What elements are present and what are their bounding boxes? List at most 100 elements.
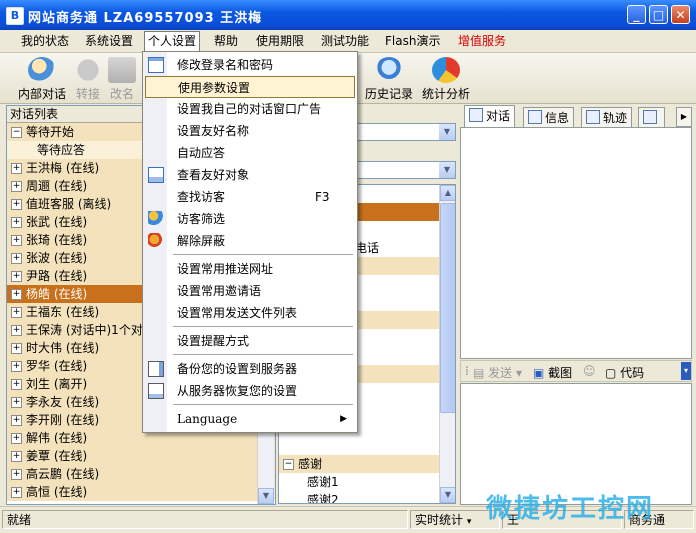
tab-scroll-button[interactable]: ▶ (676, 107, 692, 127)
expand-icon[interactable]: + (11, 199, 22, 210)
menu-option[interactable]: 设置常用邀请语 (145, 280, 355, 302)
menu-item-4[interactable]: 使用期限 (253, 32, 307, 50)
tab-icon (469, 108, 483, 122)
toolbar-overflow-button[interactable]: ▾ (681, 362, 691, 380)
expand-icon[interactable]: + (11, 289, 22, 300)
scroll-down-button[interactable]: ▼ (440, 487, 455, 503)
code-icon: ▢ (605, 366, 617, 380)
expand-icon[interactable]: + (11, 361, 22, 372)
close-button[interactable]: ✕ (671, 5, 690, 24)
expand-icon[interactable]: + (11, 235, 22, 246)
menu-item-1[interactable]: 系统设置 (82, 32, 136, 50)
tab-icon (528, 110, 542, 124)
menu-option-label: 自动应答 (177, 146, 226, 160)
tab-1[interactable]: 信息 (523, 107, 575, 127)
menu-option[interactable]: 设置提醒方式 (145, 330, 355, 352)
menu-option[interactable]: 解除屏蔽 (145, 230, 355, 252)
scroll-thumb[interactable] (440, 203, 455, 413)
list-item[interactable]: + 高云鹏 (在线) (7, 465, 275, 483)
toolbar-button-0[interactable]: 内部对话 (18, 57, 66, 102)
menu-option[interactable]: 备份您的设置到服务器 (145, 358, 355, 380)
status-text: 就绪 (2, 510, 408, 529)
menu-item-0[interactable]: 我的状态 (18, 32, 72, 50)
expand-icon[interactable]: + (11, 325, 22, 336)
collapse-icon[interactable]: − (11, 127, 22, 138)
tab-0[interactable]: 对话 (464, 105, 516, 127)
expand-icon[interactable]: + (11, 433, 22, 444)
expand-icon[interactable]: + (11, 451, 22, 462)
menu-option[interactable]: 查看友好对象 (145, 164, 355, 186)
title-bar[interactable]: B 网站商务通 LZA69557093 王洪梅 _ □ ✕ (0, 0, 696, 30)
menu-item-2[interactable]: 个人设置 (144, 31, 201, 53)
expand-icon[interactable]: + (11, 163, 22, 174)
menu-option[interactable]: 设置我自己的对话窗口广告 (145, 98, 355, 120)
expand-icon[interactable]: + (11, 181, 22, 192)
toolbar-button-label: 转接 (75, 87, 100, 101)
menu-option[interactable]: 设置常用推送网址 (145, 258, 355, 280)
menu-option-label: 设置常用发送文件列表 (177, 306, 298, 320)
minimize-button[interactable]: _ (627, 5, 646, 24)
chat-panel: 对话 信息 轨迹 ▶ ⁞ ▤ 发送 ▾ ▣ 截图 ☺ ▢ 代码 ▾ (460, 105, 692, 505)
toolbar-button-3[interactable]: 历史记录 (365, 57, 413, 102)
expand-icon[interactable]: + (11, 469, 22, 480)
scroll-down-button[interactable]: ▼ (258, 488, 274, 504)
card-icon (148, 57, 164, 73)
personal-settings-menu: 修改登录名和密码 使用参数设置 设置我自己的对话窗口广告 设置友好名称自动应答查看友好… (142, 51, 358, 433)
chevron-down-icon: ▼ (439, 162, 455, 178)
code-button[interactable]: ▢ 代码 (605, 364, 644, 381)
expand-icon[interactable]: + (11, 343, 22, 354)
menu-option[interactable]: 从服务器恢复您的设置 (145, 380, 355, 402)
list-item[interactable] (279, 437, 455, 455)
menu-option[interactable]: 设置常用发送文件列表 (145, 302, 355, 324)
list-item[interactable]: + 姜覃 (在线) (7, 447, 275, 465)
expand-icon[interactable]: + (11, 307, 22, 318)
send-button[interactable]: ▤ 发送 ▾ (473, 364, 522, 381)
message-input[interactable] (460, 383, 692, 505)
list-item-label: 感谢1 (307, 475, 339, 489)
toolbar-button-label: 改名 (109, 87, 134, 101)
list-item-label: 王洪梅 (在线) (26, 161, 100, 175)
menu-option[interactable]: Language ▶ (145, 408, 355, 430)
list-item[interactable]: 感谢2 (279, 491, 455, 503)
list-item-label: 李永友 (在线) (26, 395, 100, 409)
toolbar-button-1[interactable]: 转接 (74, 57, 102, 102)
expand-icon[interactable]: + (11, 487, 22, 498)
emoticon-button[interactable]: ☺ (583, 364, 596, 378)
menu-item-5[interactable]: 测试功能 (318, 32, 372, 50)
menu-option[interactable]: 设置友好名称 (145, 120, 355, 142)
backup-icon (148, 361, 164, 377)
list-item[interactable]: + 高恒 (在线) (7, 483, 275, 501)
maximize-button[interactable]: □ (649, 5, 668, 24)
collapse-icon[interactable]: − (283, 459, 294, 470)
screenshot-button[interactable]: ▣ 截图 (533, 364, 572, 381)
list-item[interactable]: − 感谢 (279, 455, 455, 473)
menu-item-6[interactable]: Flash演示 (382, 32, 443, 50)
expand-icon[interactable]: + (11, 253, 22, 264)
expand-icon[interactable]: + (11, 271, 22, 282)
menu-option[interactable]: 修改登录名和密码 (145, 54, 355, 76)
menu-item-3[interactable]: 帮助 (211, 32, 241, 50)
list-item-label: 张琦 (在线) (26, 233, 88, 247)
list-item-label: 张波 (在线) (26, 251, 88, 265)
expand-icon[interactable]: + (11, 379, 22, 390)
grip-icon: ⁞ (465, 364, 469, 378)
menu-option[interactable]: 自动应答 (145, 142, 355, 164)
toolbar-button-4[interactable]: 统计分析 (422, 57, 470, 102)
list-item[interactable]: 感谢1 (279, 473, 455, 491)
tab-3[interactable] (638, 107, 665, 127)
expand-icon[interactable]: + (11, 415, 22, 426)
quick-reply-scrollbar[interactable]: ▲ ▼ (439, 185, 455, 503)
menu-option[interactable]: 查找访客 F3 (145, 186, 355, 208)
menu-item-7[interactable]: 增值服务 (455, 32, 509, 50)
chat-toolbar: ⁞ ▤ 发送 ▾ ▣ 截图 ☺ ▢ 代码 ▾ (460, 360, 692, 382)
expand-icon[interactable]: + (11, 397, 22, 408)
scroll-up-button[interactable]: ▲ (440, 185, 455, 201)
app-icon: B (6, 7, 24, 25)
tab-2[interactable]: 轨迹 (581, 107, 633, 127)
tab-label: 信息 (545, 111, 570, 125)
list-item-label: 姜覃 (在线) (26, 449, 88, 463)
toolbar-button-2[interactable]: 改名 (108, 57, 136, 102)
menu-option[interactable]: 访客筛选 (145, 208, 355, 230)
menu-option[interactable]: 使用参数设置 (145, 76, 355, 98)
expand-icon[interactable]: + (11, 217, 22, 228)
